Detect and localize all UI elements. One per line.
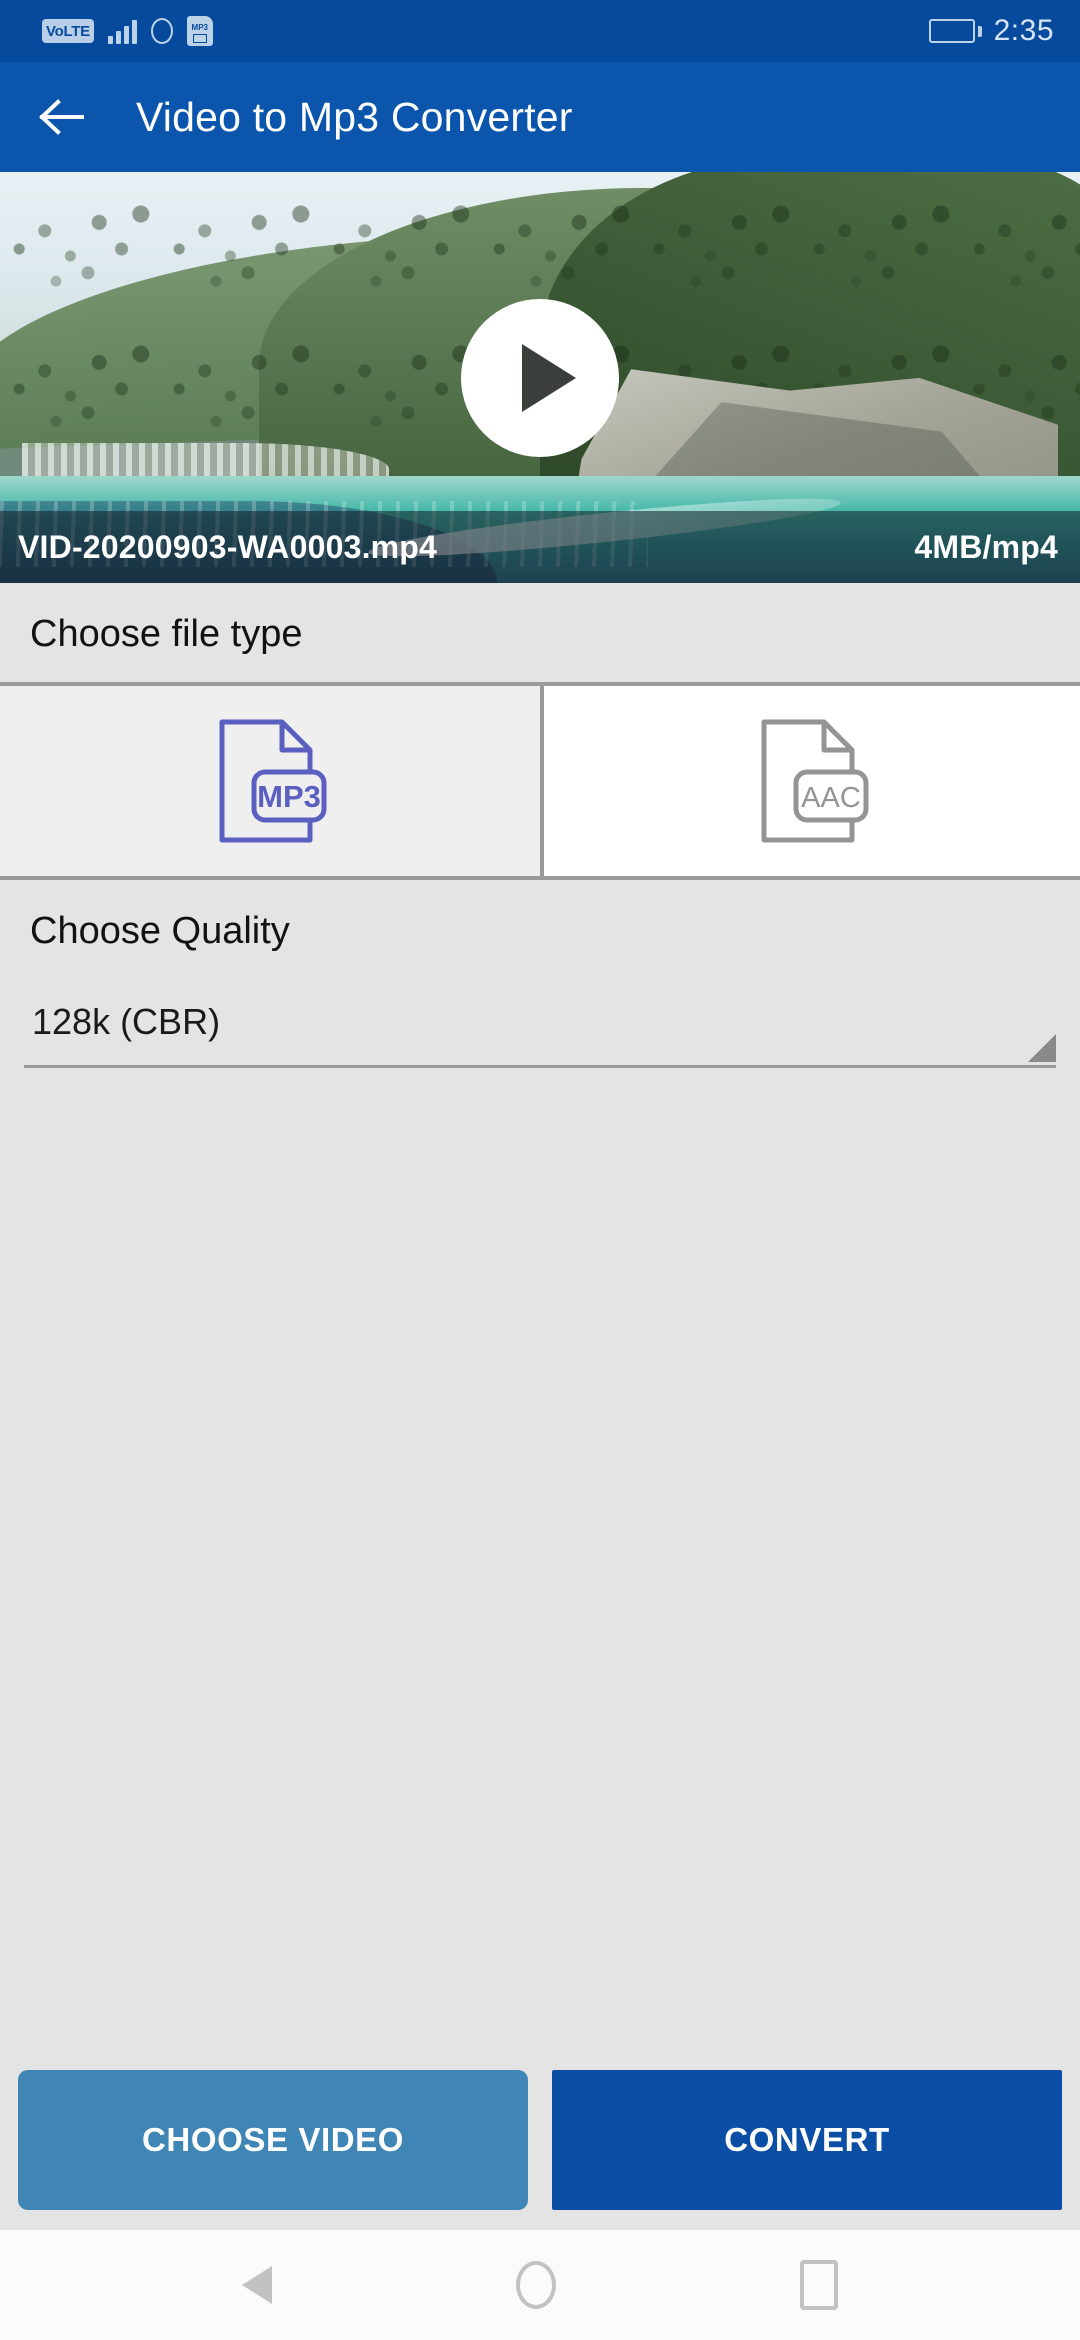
status-bar: VoLTE MP3 2:35 [0, 0, 1080, 62]
play-icon[interactable] [461, 298, 619, 457]
page-title: Video to Mp3 Converter [136, 93, 573, 140]
battery-body [928, 19, 975, 43]
sdcard-label: MP3 [191, 22, 208, 32]
file-type-options: MP3 AAC [0, 686, 1080, 876]
quality-section: Choose Quality 128k (CBR) [0, 880, 1080, 1068]
status-clock: 2:35 [993, 14, 1054, 47]
status-bar-left: VoLTE MP3 [42, 16, 213, 46]
play-triangle [522, 343, 576, 412]
file-name: VID-20200903-WA0003.mp4 [18, 528, 438, 565]
video-preview[interactable]: VID-20200903-WA0003.mp4 4MB/mp4 [0, 172, 1080, 583]
nav-home-icon[interactable] [516, 2261, 556, 2309]
file-type-option-aac[interactable]: AAC [540, 686, 1080, 876]
file-info-bar: VID-20200903-WA0003.mp4 4MB/mp4 [0, 511, 1080, 583]
volte-icon: VoLTE [42, 19, 94, 43]
quality-spinner[interactable]: 128k (CBR) [24, 991, 1056, 1068]
dropdown-caret-icon [1028, 1034, 1056, 1062]
nav-back-icon[interactable] [242, 2266, 272, 2304]
convert-button[interactable]: CONVERT [552, 2070, 1062, 2210]
file-meta: 4MB/mp4 [914, 528, 1058, 565]
file-aac-icon: AAC [761, 719, 869, 843]
svg-text:MP3: MP3 [257, 779, 321, 814]
status-bar-right: 2:35 [928, 14, 1054, 48]
app-root: VoLTE MP3 2:35 Video to Mp3 Converter VI… [0, 0, 1080, 2340]
signal-bars-icon [107, 18, 137, 44]
battery-cap [977, 25, 982, 37]
nav-recents-icon[interactable] [800, 2260, 838, 2310]
file-type-option-mp3[interactable]: MP3 [0, 686, 540, 876]
file-type-label: Choose file type [0, 583, 1080, 682]
ring-circle-icon [150, 18, 173, 44]
choose-video-button[interactable]: CHOOSE VIDEO [18, 2070, 528, 2210]
quality-label: Choose Quality [0, 880, 1080, 979]
file-mp3-icon: MP3 [219, 719, 327, 843]
app-bar: Video to Mp3 Converter [0, 62, 1080, 172]
system-nav-bar [0, 2230, 1080, 2340]
sdcard-slot [192, 33, 207, 43]
battery-icon [928, 19, 982, 43]
back-arrow-icon[interactable] [36, 91, 88, 143]
content-spacer [0, 1068, 1080, 2050]
action-buttons: CHOOSE VIDEO CONVERT [0, 2050, 1080, 2230]
svg-text:AAC: AAC [801, 782, 861, 814]
sdcard-mp3-icon: MP3 [186, 16, 213, 46]
quality-selected-value: 128k (CBR) [32, 1001, 221, 1042]
